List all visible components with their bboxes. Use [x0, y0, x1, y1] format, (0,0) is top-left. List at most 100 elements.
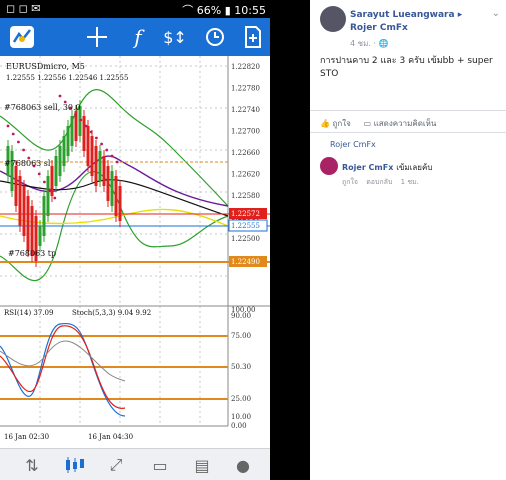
mt4-phone-screen: ◻ ◻ ✉ ⌒ 66% ▮ 10:55 f $↕ EURUSDmicro, M5… [0, 0, 270, 480]
bottom-navigation: ⇅ ⤢ ▭ ▤ ● [0, 448, 270, 480]
like-button[interactable]: ถูกใจ [333, 119, 351, 128]
candle-body [46, 176, 50, 216]
sar-dot [100, 142, 103, 146]
candle-body [94, 146, 98, 186]
comment-time: 1 ชม. [400, 178, 419, 186]
post-time: 4 ชม. · 🌐 [350, 39, 389, 48]
battery-level: 66% [196, 4, 222, 17]
osc-scale-label: 0.00 [231, 422, 247, 430]
osc-scale-label: 50.30 [231, 363, 251, 371]
sar-dot [48, 188, 51, 192]
candle-body [70, 116, 74, 146]
more-options-icon[interactable]: ⌄ [492, 8, 500, 19]
price-scale-label: 1.22700 [231, 128, 260, 136]
chart-area[interactable]: EURUSDmicro, M5 1.22555 1.22556 1.22546 … [0, 56, 270, 448]
osc-scale-label: 90.00 [231, 312, 251, 320]
comment-like-button[interactable]: ถูกใจ [342, 178, 358, 186]
price-highlight-red: 1.22572 [231, 210, 260, 218]
candle-body [58, 146, 62, 176]
sar-dot [115, 160, 119, 164]
comment-reply-button[interactable]: ตอบกลับ [366, 178, 392, 186]
sar-dot [105, 148, 109, 152]
symbol-label: EURUSDmicro, M5 [6, 62, 85, 71]
clock-time: 10:55 [234, 4, 266, 17]
facebook-post: Sarayut Lueangwara ▸ Rojer CmFx ⌄ 4 ชม. … [310, 0, 506, 480]
osc-scale-label: 10.00 [231, 413, 251, 421]
candle-body [66, 126, 70, 156]
candle-body [82, 116, 86, 151]
candle-body [54, 156, 58, 186]
function-icon[interactable]: f [118, 18, 158, 56]
order-sell-label: #768063 sell, 30.0 [4, 103, 81, 112]
sar-dot [22, 148, 25, 152]
candle-body [106, 166, 110, 201]
battery-icon: ▮ [224, 4, 231, 17]
order-tp-label: #768063 tp [8, 249, 56, 258]
sar-dot [37, 172, 41, 176]
black-divider [270, 0, 310, 480]
price-chart[interactable]: EURUSDmicro, M5 1.22555 1.22556 1.22546 … [0, 56, 270, 448]
price-highlight-blue: 1.22555 [231, 222, 260, 230]
commenter-name[interactable]: Rojer CmFx [342, 163, 393, 172]
sar-dot [89, 130, 93, 134]
price-scale-label: 1.22660 [231, 149, 260, 157]
status-bar: ◻ ◻ ✉ ⌒ 66% ▮ 10:55 [0, 0, 270, 18]
sar-dot [58, 94, 62, 98]
crosshair-icon[interactable] [77, 18, 117, 56]
chart-icon[interactable] [58, 453, 90, 477]
commenter-avatar[interactable] [320, 157, 338, 175]
comment-icon[interactable]: ▭ [364, 119, 372, 128]
stoch-label: Stoch(5,3,3) 9.04 9.92 [72, 309, 151, 317]
candle-body [118, 186, 122, 221]
tagged-user[interactable]: Rojer CmFx [330, 140, 376, 149]
order-sl-label: #768063 sl [4, 159, 51, 168]
osc-scale-label: 25.00 [231, 395, 251, 403]
app-logo-icon[interactable] [2, 18, 42, 56]
sar-dot [84, 124, 88, 128]
news-icon[interactable]: ▤ [186, 453, 218, 477]
price-scale-label: 1.22580 [231, 192, 260, 200]
ohlc-label: 1.22555 1.22556 1.22546 1.22555 [6, 74, 128, 82]
sar-dot [74, 112, 77, 116]
candle-body [42, 196, 46, 236]
rsi-label: RSI(14) 37.09 [4, 309, 53, 317]
comment-text: เข้มเลยค้บ [396, 163, 433, 172]
candle-body [110, 171, 114, 206]
trade-nav-icon[interactable]: ⤢ [100, 453, 132, 477]
quotes-icon[interactable]: ⇅ [16, 453, 48, 477]
comment-button[interactable]: แสดงความคิดเห็น [374, 119, 437, 128]
candle-body [26, 196, 30, 251]
author-avatar[interactable] [320, 6, 346, 32]
top-toolbar: f $↕ [0, 18, 270, 56]
sar-dot [79, 118, 83, 122]
price-scale-label: 1.22780 [231, 85, 260, 93]
sar-dot [53, 196, 57, 200]
wifi-icon: ⌒ [182, 4, 194, 17]
candle-body [10, 151, 14, 191]
chat-icon[interactable]: ● [227, 453, 259, 477]
candle-body [62, 136, 66, 166]
time-label-right: 16 Jan 04:30 [88, 433, 133, 441]
post-author[interactable]: Sarayut Lueangwara ▸ Rojer CmFx [350, 9, 490, 35]
price-scale-label: 1.22620 [231, 171, 260, 179]
price-scale-label: 1.22500 [231, 235, 260, 243]
post-actions: 👍 ถูกใจ ▭ แสดงความคิดเห็น [320, 117, 500, 130]
candle-body [90, 136, 94, 176]
sar-dot [43, 180, 46, 184]
notification-icons: ◻ ◻ ✉ [6, 2, 41, 15]
osc-scale-label: 75.00 [231, 332, 251, 340]
sar-dot [6, 124, 10, 128]
history-icon[interactable]: ▭ [144, 453, 176, 477]
candle-body [98, 151, 102, 181]
candle-body [14, 166, 18, 206]
like-icon[interactable]: 👍 [320, 119, 330, 128]
sar-dot [11, 132, 15, 136]
clock-icon[interactable] [195, 18, 235, 56]
post-body: การปานคาบ 2 และ 3 ครับ เข้มbb + super ST… [320, 56, 493, 79]
price-scale-label: 1.22740 [231, 106, 260, 114]
candle-body [86, 126, 90, 166]
candle-body [18, 176, 22, 226]
trade-icon[interactable]: $↕ [155, 18, 195, 56]
sar-dot [17, 140, 20, 144]
add-chart-icon[interactable] [233, 18, 270, 56]
